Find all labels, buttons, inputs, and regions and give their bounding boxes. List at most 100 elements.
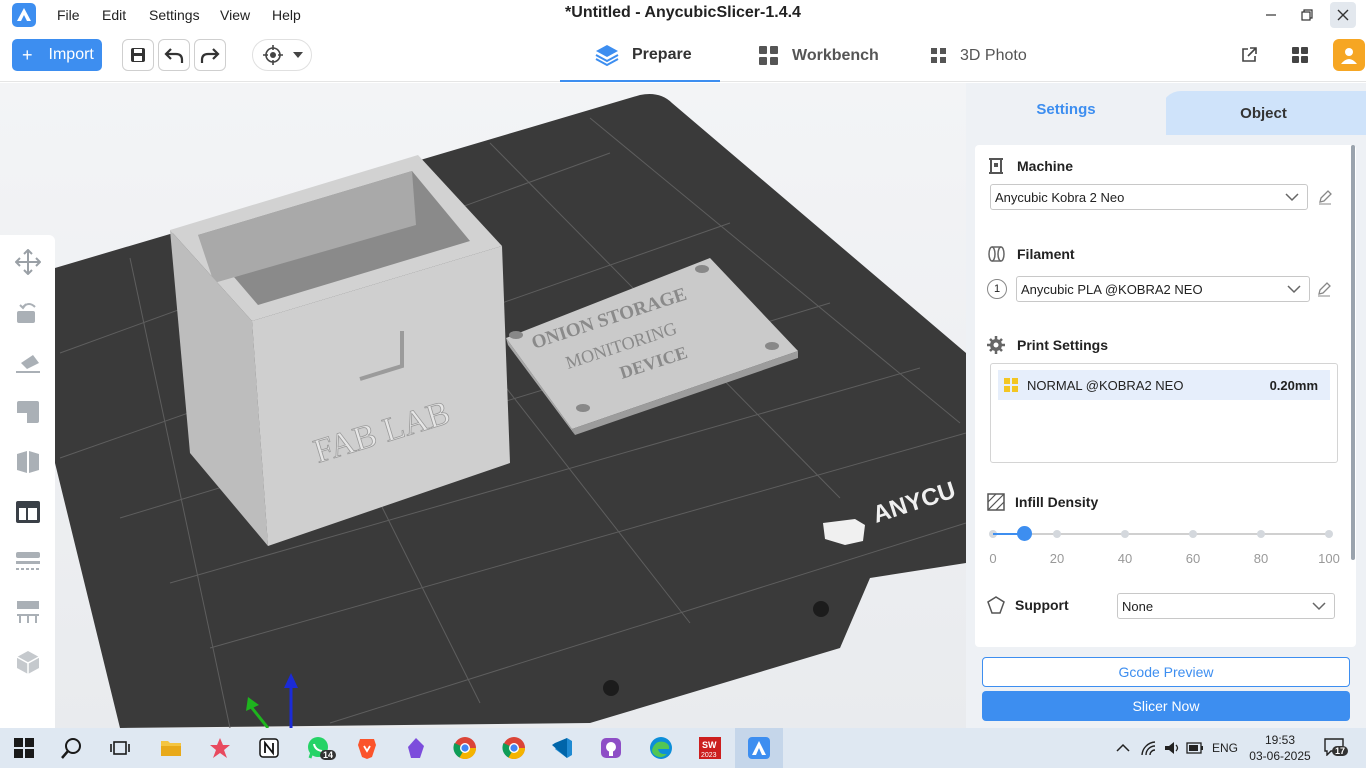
user-avatar[interactable] [1333, 39, 1365, 71]
star-app-icon [210, 738, 230, 758]
menu-edit[interactable]: Edit [102, 7, 126, 23]
notion-icon [259, 738, 279, 758]
clock-time[interactable]: 19:53 [1252, 733, 1308, 747]
undo-button[interactable] [158, 39, 190, 71]
folder-icon [161, 741, 181, 756]
file-explorer-button[interactable] [157, 734, 185, 762]
wifi-icon[interactable] [1140, 740, 1156, 756]
tab-3d-photo[interactable]: 3D Photo [930, 30, 1027, 82]
tab-settings[interactable]: Settings [966, 83, 1166, 135]
brave-browser-button[interactable] [353, 734, 381, 762]
lay-on-face-tool[interactable] [14, 348, 42, 376]
tab-prepare[interactable]: Prepare [560, 30, 720, 82]
chrome-profile-1-button[interactable] [451, 734, 479, 762]
taskbar-search-button[interactable] [58, 734, 86, 762]
3d-viewport[interactable]: ANYCU FAB LAB ONION STORAGE MONITORING D… [0, 83, 966, 728]
start-button[interactable] [10, 734, 38, 762]
gear-icon [987, 336, 1005, 354]
arrange-icon [16, 501, 40, 523]
tab-object[interactable]: Object [1161, 91, 1366, 135]
edit-filament-icon[interactable] [1316, 281, 1332, 297]
svg-text:SW: SW [702, 740, 717, 750]
grid-icon [759, 46, 778, 65]
anycubic-slicer-taskbar-button[interactable] [745, 734, 773, 762]
menu-file[interactable]: File [57, 7, 80, 23]
input-language-indicator[interactable]: ENG [1212, 741, 1238, 755]
settings-scroll-area[interactable]: Machine Anycubic Kobra 2 Neo Filament 1 … [975, 145, 1356, 647]
move-icon [15, 249, 41, 275]
import-button[interactable]: + Import [12, 39, 102, 71]
layers-tool[interactable] [14, 548, 42, 576]
infill-slider-thumb[interactable] [1017, 526, 1032, 541]
support-select[interactable]: None [1117, 593, 1335, 619]
gcode-preview-button[interactable]: Gcode Preview [982, 657, 1350, 687]
cut-icon [17, 451, 39, 473]
close-icon [1337, 9, 1349, 21]
save-button[interactable] [122, 39, 154, 71]
filament-value: Anycubic PLA @KOBRA2 NEO [1021, 281, 1203, 297]
move-tool[interactable] [14, 248, 42, 276]
undo-icon [164, 48, 184, 63]
tab-workbench[interactable]: Workbench [758, 30, 879, 82]
filament-section-title: Filament [987, 245, 1075, 263]
measure-tool[interactable] [14, 598, 42, 626]
close-button[interactable] [1330, 2, 1356, 28]
main-toolbar: + Import Prepare Workbench 3D Photo [0, 30, 1366, 82]
whatsapp-button[interactable]: 14 [304, 734, 337, 762]
cut-tool[interactable] [14, 448, 42, 476]
print-settings-label: Print Settings [1017, 337, 1109, 353]
menu-help[interactable]: Help [272, 7, 301, 23]
lay-flat-icon [16, 355, 40, 373]
print-profile-item[interactable]: NORMAL @KOBRA2 NEO 0.20mm [998, 370, 1330, 400]
battery-icon[interactable] [1186, 741, 1204, 755]
apps-button[interactable] [1285, 40, 1315, 70]
slice-now-button[interactable]: Slicer Now [982, 691, 1350, 721]
notification-center-button[interactable]: 17 [1324, 738, 1350, 760]
edge-browser-button[interactable] [647, 734, 675, 762]
taskbar-app-icon[interactable] [206, 734, 234, 762]
vscode-button[interactable] [548, 734, 576, 762]
printer-icon [989, 158, 1003, 174]
minimize-icon [1266, 14, 1276, 16]
scale-tool[interactable] [14, 398, 42, 426]
restore-button[interactable] [1294, 2, 1320, 28]
menu-settings[interactable]: Settings [149, 7, 200, 23]
infill-slider-track[interactable] [989, 530, 1333, 538]
print-settings-section-title: Print Settings [987, 336, 1108, 354]
filament-select[interactable]: Anycubic PLA @KOBRA2 NEO [1016, 276, 1310, 302]
machine-section-title: Machine [987, 157, 1073, 175]
export-button[interactable] [1234, 40, 1264, 70]
github-desktop-button[interactable] [597, 734, 625, 762]
notion-button[interactable] [255, 734, 283, 762]
speaker-icon[interactable] [1164, 740, 1180, 756]
tray-overflow-chevron-icon[interactable] [1116, 743, 1130, 753]
support-paint-tool[interactable] [14, 648, 42, 676]
menu-view[interactable]: View [220, 7, 250, 23]
rotate-tool[interactable] [14, 298, 42, 326]
slider-step-dot [1257, 530, 1265, 538]
minimize-button[interactable] [1258, 2, 1284, 28]
task-view-icon [110, 741, 130, 755]
save-icon [131, 48, 145, 62]
profile-grid-icon [1004, 378, 1018, 392]
layer-height-value: 0.20mm [1269, 377, 1318, 393]
whatsapp-badge: 14 [320, 750, 337, 760]
clock-date[interactable]: 03-06-2025 [1248, 749, 1312, 763]
filament-label: Filament [1017, 246, 1075, 262]
chevron-down-icon [1287, 285, 1301, 294]
chrome-profile-2-button[interactable] [500, 734, 528, 762]
import-label: Import [48, 46, 94, 63]
view-mode-dropdown[interactable] [252, 39, 312, 71]
task-view-button[interactable] [106, 734, 134, 762]
edit-machine-icon[interactable] [1317, 189, 1333, 205]
machine-select[interactable]: Anycubic Kobra 2 Neo [990, 184, 1308, 210]
arrange-tool[interactable] [14, 498, 42, 526]
redo-button[interactable] [194, 39, 226, 71]
solidworks-button[interactable]: SW 2023 [696, 734, 724, 762]
restore-icon [1301, 9, 1313, 21]
obsidian-button[interactable] [402, 734, 430, 762]
settings-scrollbar[interactable] [1351, 145, 1355, 560]
filament-slot-badge[interactable]: 1 [987, 279, 1007, 299]
external-link-icon [1242, 47, 1257, 62]
windows-logo-icon [14, 738, 34, 758]
